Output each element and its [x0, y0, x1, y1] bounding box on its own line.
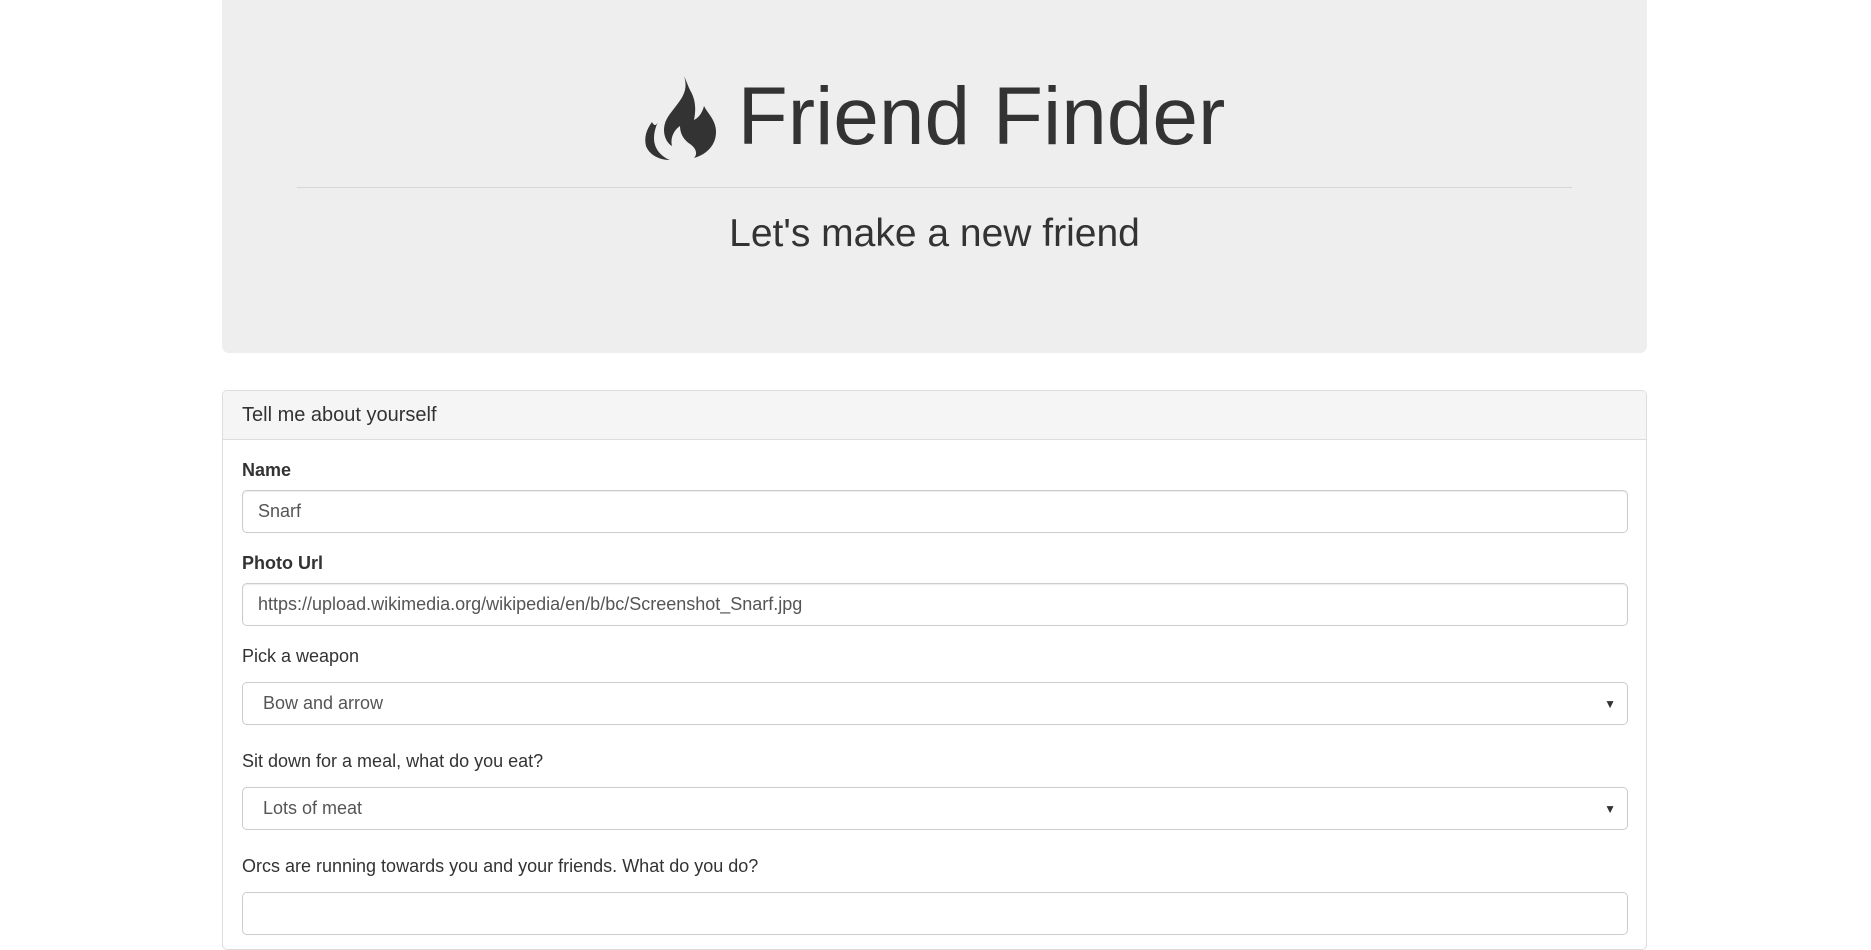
survey-panel: Tell me about yourself Name Snarf Photo … [222, 390, 1647, 950]
weapon-select-value: Bow and arrow [263, 693, 384, 713]
chevron-down-icon: ▼ [1604, 801, 1616, 816]
name-input-value: Snarf [258, 501, 302, 521]
name-label: Name [242, 460, 292, 480]
meal-label: Sit down for a meal, what do you eat? [242, 751, 544, 771]
main-container: Friend Finder Let's make a new friend Te… [222, 0, 1647, 950]
photo-url-label: Photo Url [242, 553, 323, 573]
weapon-select[interactable]: Bow and arrow ▼ [242, 682, 1628, 725]
header-divider [297, 187, 1572, 188]
photo-url-input-value: https://upload.wikimedia.org/wikipedia/e… [258, 594, 803, 614]
meal-select-value: Lots of meat [263, 798, 363, 818]
chevron-down-icon: ▼ [1604, 696, 1616, 711]
jumbotron-header: Friend Finder Let's make a new friend [222, 0, 1647, 353]
name-input[interactable]: Snarf [242, 490, 1628, 533]
panel-heading: Tell me about yourself [223, 391, 1646, 440]
app-title: Friend Finder [737, 71, 1226, 162]
page-title: Friend Finder [222, 62, 1647, 172]
fire-icon [644, 76, 716, 160]
orcs-label: Orcs are running towards you and your fr… [242, 856, 759, 876]
weapon-label: Pick a weapon [242, 646, 360, 666]
meal-select[interactable]: Lots of meat ▼ [242, 787, 1628, 830]
photo-url-input[interactable]: https://upload.wikimedia.org/wikipedia/e… [242, 583, 1628, 626]
page-subtitle: Let's make a new friend [729, 212, 1140, 255]
orcs-select[interactable] [242, 892, 1628, 935]
